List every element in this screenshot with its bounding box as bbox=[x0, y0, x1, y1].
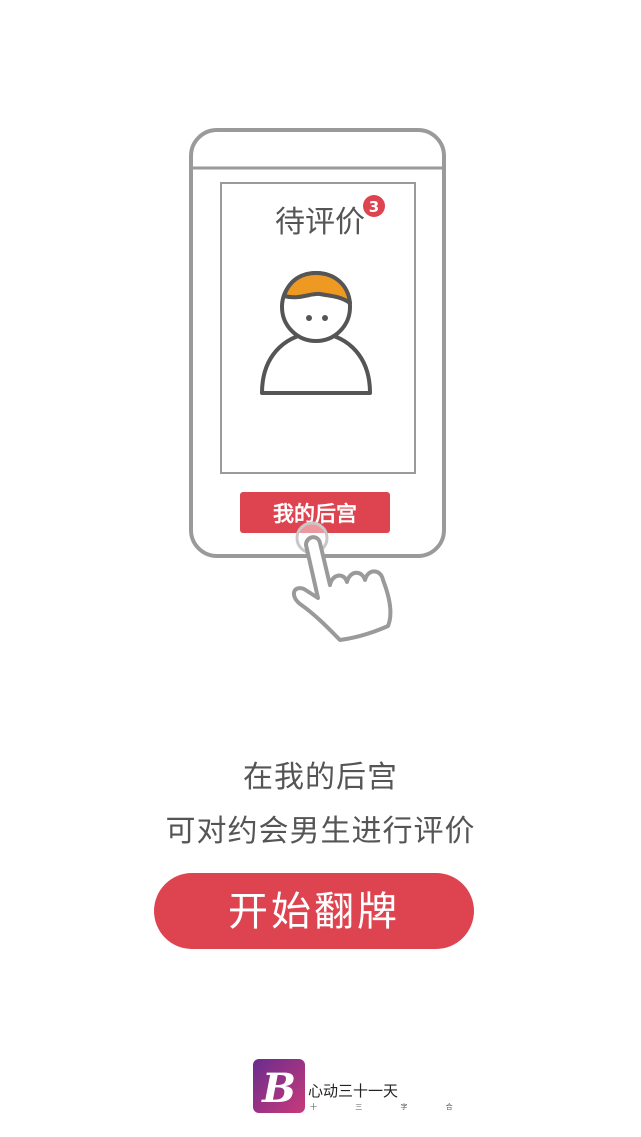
brand-name: 心动三十一天 bbox=[308, 1082, 399, 1100]
onboarding-illustration: 待评价 3 我的后宫 bbox=[189, 128, 446, 642]
avatar-eye-left bbox=[306, 315, 312, 321]
start-button[interactable]: 开始翻牌 bbox=[154, 873, 474, 949]
avatar-eye-right bbox=[322, 315, 328, 321]
app-logo-icon: B bbox=[253, 1059, 305, 1113]
logo-letter: B bbox=[261, 1065, 296, 1112]
brand-subtitle: 十 三 字 合 bbox=[310, 1103, 471, 1111]
badge-count: 3 bbox=[369, 198, 379, 216]
card-title: 待评价 bbox=[275, 205, 365, 240]
description-line-2: 可对约会男生进行评价 bbox=[165, 814, 476, 849]
description-line-1: 在我的后宫 bbox=[243, 760, 398, 795]
brand-logo: B 心动三十一天 十 三 字 合 bbox=[252, 1058, 453, 1118]
